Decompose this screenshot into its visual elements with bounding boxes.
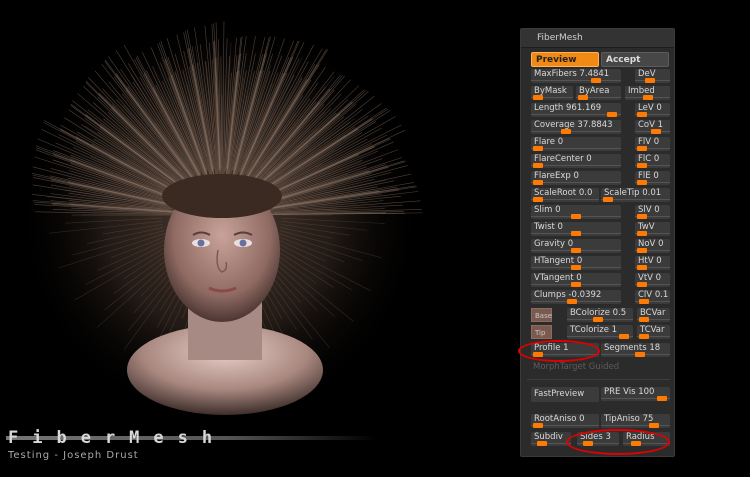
tip-color-swatch[interactable]: Tip bbox=[531, 325, 552, 339]
viewport-subtitle: Testing - Joseph Drust bbox=[8, 450, 139, 461]
scaleroot-slider[interactable]: ScaleRoot 0.0 bbox=[531, 188, 599, 202]
bymask-slider[interactable]: ByMask bbox=[531, 86, 573, 100]
clv-slider[interactable]: ClV 0.1 bbox=[635, 290, 670, 304]
gravity-slider[interactable]: Gravity 0 bbox=[531, 239, 621, 253]
segments-slider[interactable]: Segments 18 bbox=[601, 343, 670, 357]
rootaniso-slider[interactable]: RootAniso 0 bbox=[531, 414, 599, 428]
vtv-slider[interactable]: VtV 0 bbox=[635, 273, 670, 287]
tcvar-slider[interactable]: TCVar bbox=[637, 325, 670, 339]
slv-slider[interactable]: SlV 0 bbox=[635, 205, 670, 219]
fastpreview-button[interactable]: FastPreview bbox=[531, 387, 599, 402]
nov-slider[interactable]: NoV 0 bbox=[635, 239, 670, 253]
flareexp-slider[interactable]: FlareExp 0 bbox=[531, 171, 621, 185]
accept-button[interactable]: Accept bbox=[601, 52, 669, 67]
maxfibers-slider[interactable]: MaxFibers 7.4841 bbox=[531, 69, 621, 83]
panel-divider bbox=[527, 379, 670, 380]
clumps-slider[interactable]: Clumps -0.0392 bbox=[531, 290, 621, 304]
htv-slider[interactable]: HtV 0 bbox=[635, 256, 670, 270]
cov-slider[interactable]: CoV 1 bbox=[635, 120, 670, 134]
flarecenter-slider[interactable]: FlareCenter 0 bbox=[531, 154, 621, 168]
fibermesh-panel: FiberMesh Preview Accept MaxFibers 7.484… bbox=[520, 28, 675, 457]
slim-slider[interactable]: Slim 0 bbox=[531, 205, 621, 219]
imbed-slider[interactable]: Imbed bbox=[625, 86, 670, 100]
panel-title[interactable]: FiberMesh bbox=[521, 29, 674, 48]
twv-slider[interactable]: TwV bbox=[635, 222, 670, 236]
subdiv-slider[interactable]: Subdiv bbox=[531, 432, 571, 446]
previs-slider[interactable]: PRE Vis 100 bbox=[601, 387, 670, 401]
htangent-slider[interactable]: HTangent 0 bbox=[531, 256, 621, 270]
byarea-slider[interactable]: ByArea bbox=[576, 86, 621, 100]
sides-radius-highlight-circle bbox=[566, 429, 670, 455]
brand-title: FiberMesh bbox=[8, 428, 227, 448]
flv-slider[interactable]: FlV 0 bbox=[635, 137, 670, 151]
tipaniso-slider[interactable]: TipAniso 75 bbox=[601, 414, 670, 428]
fle-slider[interactable]: FlE 0 bbox=[635, 171, 670, 185]
base-color-swatch[interactable]: Base bbox=[531, 308, 552, 322]
vtangent-slider[interactable]: VTangent 0 bbox=[531, 273, 621, 287]
twist-slider[interactable]: Twist 0 bbox=[531, 222, 621, 236]
tcolorize-slider[interactable]: TColorize 1 bbox=[567, 325, 633, 339]
flare-slider[interactable]: Flare 0 bbox=[531, 137, 621, 151]
bcvar-slider[interactable]: BCVar bbox=[637, 308, 670, 322]
bcolorize-slider[interactable]: BColorize 0.5 bbox=[567, 308, 633, 322]
dev-slider[interactable]: DeV bbox=[635, 69, 670, 83]
flc-slider[interactable]: FlC 0 bbox=[635, 154, 670, 168]
coverage-slider[interactable]: Coverage 37.8843 bbox=[531, 120, 621, 134]
length-slider[interactable]: Length 961.169 bbox=[531, 103, 621, 117]
profile-highlight-circle bbox=[518, 340, 600, 362]
preview-button[interactable]: Preview bbox=[531, 52, 599, 67]
scaletip-slider[interactable]: ScaleTip 0.01 bbox=[601, 188, 670, 202]
lev-slider[interactable]: LeV 0 bbox=[635, 103, 670, 117]
3d-viewport[interactable]: FiberMesh Testing - Joseph Drust bbox=[0, 0, 515, 477]
head-render bbox=[15, 15, 425, 425]
morphtarget-guided-label: MorphTarget Guided bbox=[533, 362, 620, 372]
